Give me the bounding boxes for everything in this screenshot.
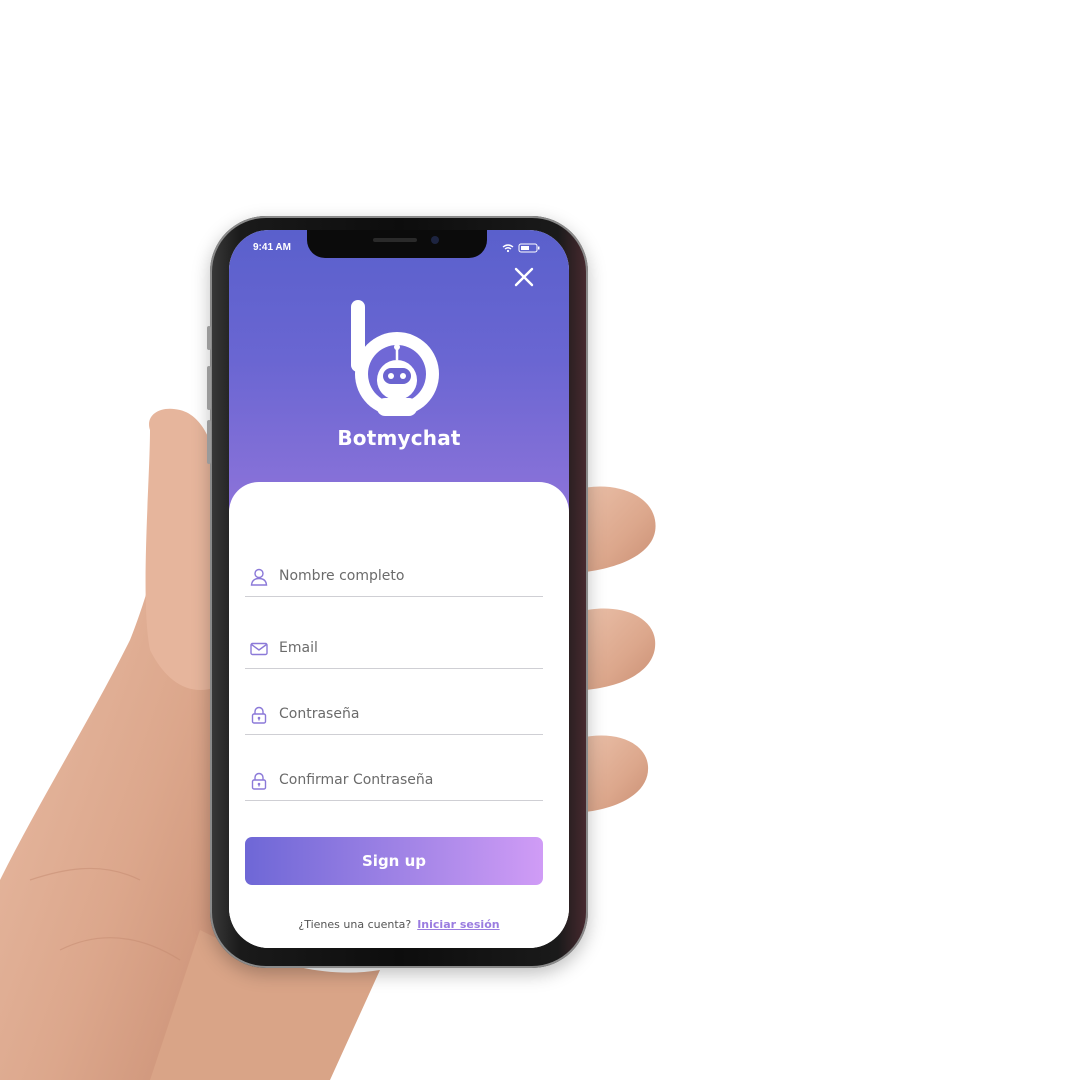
notch-camera <box>431 236 439 244</box>
email-field <box>245 628 543 669</box>
full-name-input[interactable] <box>279 564 537 588</box>
phone-volume-up <box>207 366 211 410</box>
password-input[interactable] <box>279 702 537 726</box>
confirm-password-input[interactable] <box>279 768 537 792</box>
header-hero: 9:41 AM Botmychat <box>229 230 569 520</box>
lock-icon <box>251 772 267 790</box>
phone-side-button <box>207 326 211 350</box>
phone-frame: 9:41 AM Botmychat Nombre completo Email … <box>207 216 588 968</box>
close-icon <box>514 267 534 287</box>
have-account-text: ¿Tienes una cuenta? <box>298 918 412 931</box>
notch-speaker <box>373 238 417 242</box>
phone-screen: 9:41 AM Botmychat Nombre completo Email … <box>229 230 569 948</box>
phone-volume-down <box>207 420 211 464</box>
email-input[interactable] <box>279 636 537 660</box>
mail-icon <box>250 642 268 656</box>
brand-name: Botmychat <box>337 426 461 450</box>
botmychat-logo-icon <box>351 300 439 416</box>
close-button[interactable] <box>511 264 537 290</box>
status-time: 9:41 AM <box>253 242 291 253</box>
sign-in-link[interactable]: Iniciar sesión <box>417 918 499 931</box>
user-icon <box>250 568 268 586</box>
password-field <box>245 694 543 735</box>
status-icons <box>502 243 540 253</box>
full-name-field <box>245 556 543 597</box>
lock-icon <box>251 706 267 724</box>
confirm-password-field <box>245 760 543 801</box>
sign-up-button[interactable]: Sign up <box>245 837 543 885</box>
phone-notch <box>307 230 487 258</box>
signin-prompt: ¿Tienes una cuenta? Iniciar sesión <box>229 918 569 931</box>
